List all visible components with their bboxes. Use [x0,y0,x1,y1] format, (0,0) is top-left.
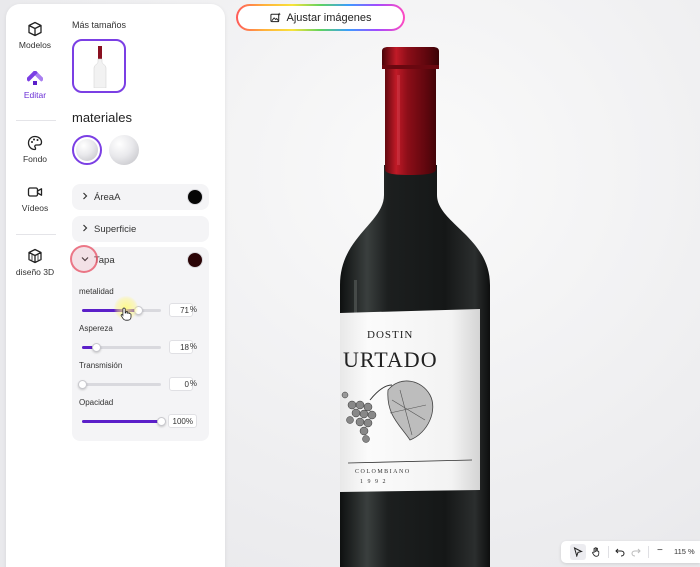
redo-icon [631,548,641,557]
metallic-unit: % [189,305,197,314]
bottle-thumbnail-icon [93,46,107,88]
redo-button[interactable] [628,544,644,560]
transmission-label: Transmisión [79,361,123,370]
opacity-fill [82,420,161,423]
rail-label-edit: Editar [23,90,47,100]
metallic-label: metalidad [79,287,114,296]
more-sizes-label: Más tamaños [72,20,127,30]
opacity-label: Opacidad [79,398,114,407]
accordion-cap-expanded: Tapa metalidad 71 % Aspereza 18 % Transm… [72,247,209,441]
rail-item-models[interactable]: Modelos [6,21,64,50]
toolbar-divider [608,546,609,558]
transmission-slider[interactable] [77,380,161,389]
video-camera-icon [27,187,43,197]
zoom-level[interactable]: 115 % [674,547,695,556]
cube-3d-icon [28,248,42,264]
select-tool-button[interactable] [570,544,586,560]
chevron-right-icon [83,192,88,200]
chevron-right-icon [83,224,88,232]
accordion-surface-label: Superficie [94,224,137,235]
palette-icon [27,135,43,151]
roughness-unit: % [189,342,197,351]
opacity-value[interactable]: 100% [168,414,197,428]
rail-label-background: Fondo [22,154,48,164]
roughness-knob[interactable] [91,343,101,352]
label-name: URTADO [343,347,438,372]
roughness-label: Aspereza [79,324,113,333]
rail-label-videos: Vídeos [21,203,49,213]
rail-item-videos[interactable]: Vídeos [6,184,64,213]
rail-item-edit[interactable]: Editar [6,71,64,100]
size-thumbnail[interactable] [72,39,126,93]
transmission-unit: % [189,379,197,388]
image-sparkle-icon [269,12,281,23]
undo-button[interactable] [612,544,628,560]
canvas-toolbar: − 115 % [561,541,700,563]
undo-icon [615,548,625,557]
rail-item-3d-design[interactable]: diseño 3D [6,248,64,277]
pan-tool-button[interactable] [588,544,604,560]
rail-label-3d-design: diseño 3D [15,267,55,277]
adjust-images-label: Ajustar imágenes [286,11,372,24]
rail-divider [16,234,56,235]
roughness-slider[interactable] [82,343,161,352]
materials-heading: materiales [72,110,132,125]
rail-label-models: Modelos [18,40,52,50]
area-color-swatch[interactable] [187,189,203,205]
edit-tools-icon [27,71,43,85]
material-swatch-selected[interactable] [72,135,102,165]
rail-item-background[interactable]: Fondo [6,135,64,164]
hand-icon [592,547,600,557]
opacity-slider[interactable] [82,417,166,426]
hand-cursor-icon [120,307,132,321]
opacity-knob[interactable] [156,417,166,426]
accordion-area-label: ÁreaA [94,192,121,203]
accordion-surface[interactable]: Superficie [72,216,209,242]
rail-divider [16,120,56,121]
label-year: 1 9 9 2 [360,479,387,485]
material-swatch[interactable] [109,135,139,165]
label-origin: COLOMBIANO [355,469,411,475]
transmission-knob[interactable] [77,380,87,389]
wine-bottle-model[interactable]: DOSTIN URTADO COLOMBIANO 1 9 9 2 [330,45,530,567]
pointer-icon [573,547,583,557]
adjust-images-button[interactable]: Ajustar imágenes [236,4,405,31]
cube-icon [28,21,42,37]
zoom-out-button[interactable]: − [657,545,663,556]
cap-color-swatch[interactable] [187,252,203,268]
side-panel: Modelos Editar Fondo Vídeos diseño 3D Má… [6,4,225,567]
toolbar-divider [648,546,649,558]
accordion-area[interactable]: ÁreaA [72,184,209,210]
nav-rail: Modelos Editar Fondo Vídeos diseño 3D [6,4,64,567]
label-brand: DOSTIN [367,329,413,341]
click-indicator [70,245,98,273]
